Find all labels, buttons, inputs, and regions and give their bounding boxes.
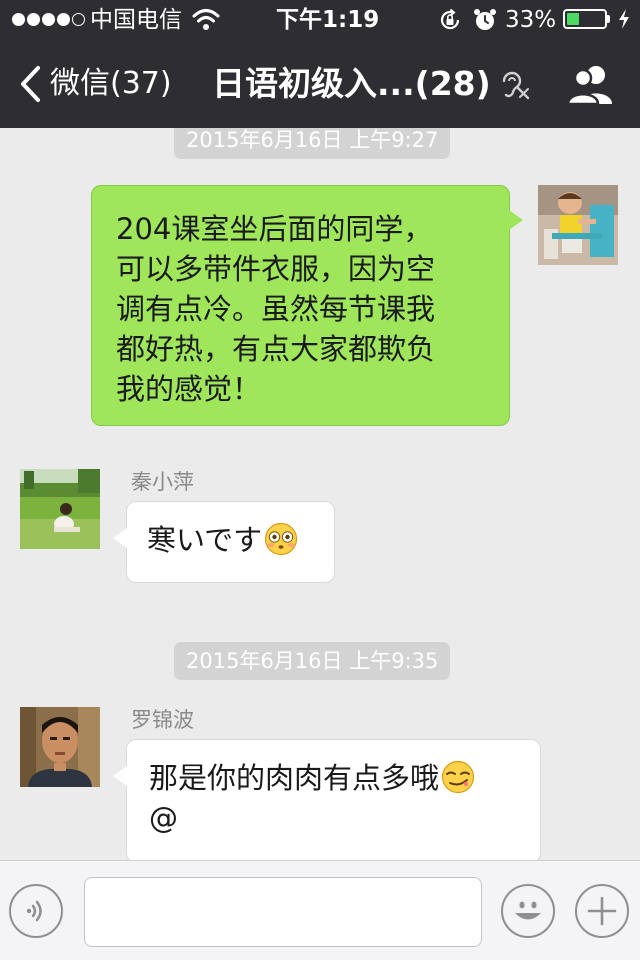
message-text: 寒いです [147,523,263,557]
message-line: 204课室坐后面的同学， [116,212,433,246]
more-actions-button[interactable] [575,884,629,938]
smirking-face-emoji [441,760,475,794]
plus-icon [587,896,617,926]
emoji-face-icon [515,901,541,920]
navigation-bar: 微信(37) 日语初级入...(28) [0,40,640,128]
sender-name: 秦小萍 [131,470,194,494]
battery-icon [563,9,607,29]
alarm-clock-icon [474,9,496,30]
back-label: 微信(37) [50,66,172,101]
emoji-button[interactable] [501,884,555,938]
input-bar [0,860,640,960]
group-members-icon[interactable] [568,64,614,104]
signal-dot [72,13,85,26]
message-line: 我的感觉！ [116,372,262,406]
signal-dot [57,13,70,26]
message-timestamp: 2015年6月16日 上午9:35 [174,642,451,680]
avatar-image [538,185,618,265]
sender-avatar[interactable] [20,469,100,549]
message-line: 都好热，有点大家都欺负 [116,332,436,366]
clock: 下午1:19 [276,7,380,33]
incoming-message-bubble[interactable]: 寒いです [113,501,335,583]
message-list[interactable]: 2015年6月16日 上午9:27 204课室坐后面的同学， 可以多带件衣服，因… [0,128,640,860]
earpiece-muted-icon [502,71,530,100]
rotation-lock-icon [440,8,460,30]
message-line: 调有点冷。虽然每节课我 [116,292,436,326]
message-text: @ [149,801,178,835]
message-text: 那是你的肉肉有点多哦 [149,761,440,795]
chevron-left-icon [21,66,40,102]
status-bar: 中国电信 下午1:19 33% [0,0,640,40]
chat-title: 日语初级入...(28) [212,64,491,103]
sender-avatar[interactable] [20,707,100,787]
sender-name: 罗锦波 [131,708,194,732]
battery-tip [607,15,610,23]
incoming-message-bubble[interactable]: 那是你的肉肉有点多哦 @ [113,739,541,860]
avatar-image [20,707,100,787]
signal-strength-icon [12,13,87,26]
battery-percent: 33% [505,7,557,33]
carrier-name: 中国电信 [90,7,182,33]
top-bar: 中国电信 下午1:19 33% 微信(37) 日语初级入...(28) [0,0,640,128]
outgoing-message-bubble[interactable]: 204课室坐后面的同学， 可以多带件衣服，因为空 调有点冷。虽然每节课我 都好热… [91,185,523,426]
voice-input-button[interactable] [9,884,63,938]
signal-dot [12,13,25,26]
charging-bolt-icon [619,9,629,29]
signal-dot [42,13,55,26]
message-input[interactable] [84,877,482,947]
back-button[interactable]: 微信(37) [18,60,172,108]
battery-level-fill [567,13,579,25]
message-timestamp: 2015年6月16日 上午9:27 [174,128,451,159]
message-line: 可以多带件衣服，因为空 [116,252,436,286]
avatar-image [20,469,100,549]
flushed-face-emoji [265,522,298,556]
voice-input-icon [26,900,42,922]
wifi-icon [192,9,220,30]
my-avatar[interactable] [538,185,618,265]
signal-dot [27,13,40,26]
